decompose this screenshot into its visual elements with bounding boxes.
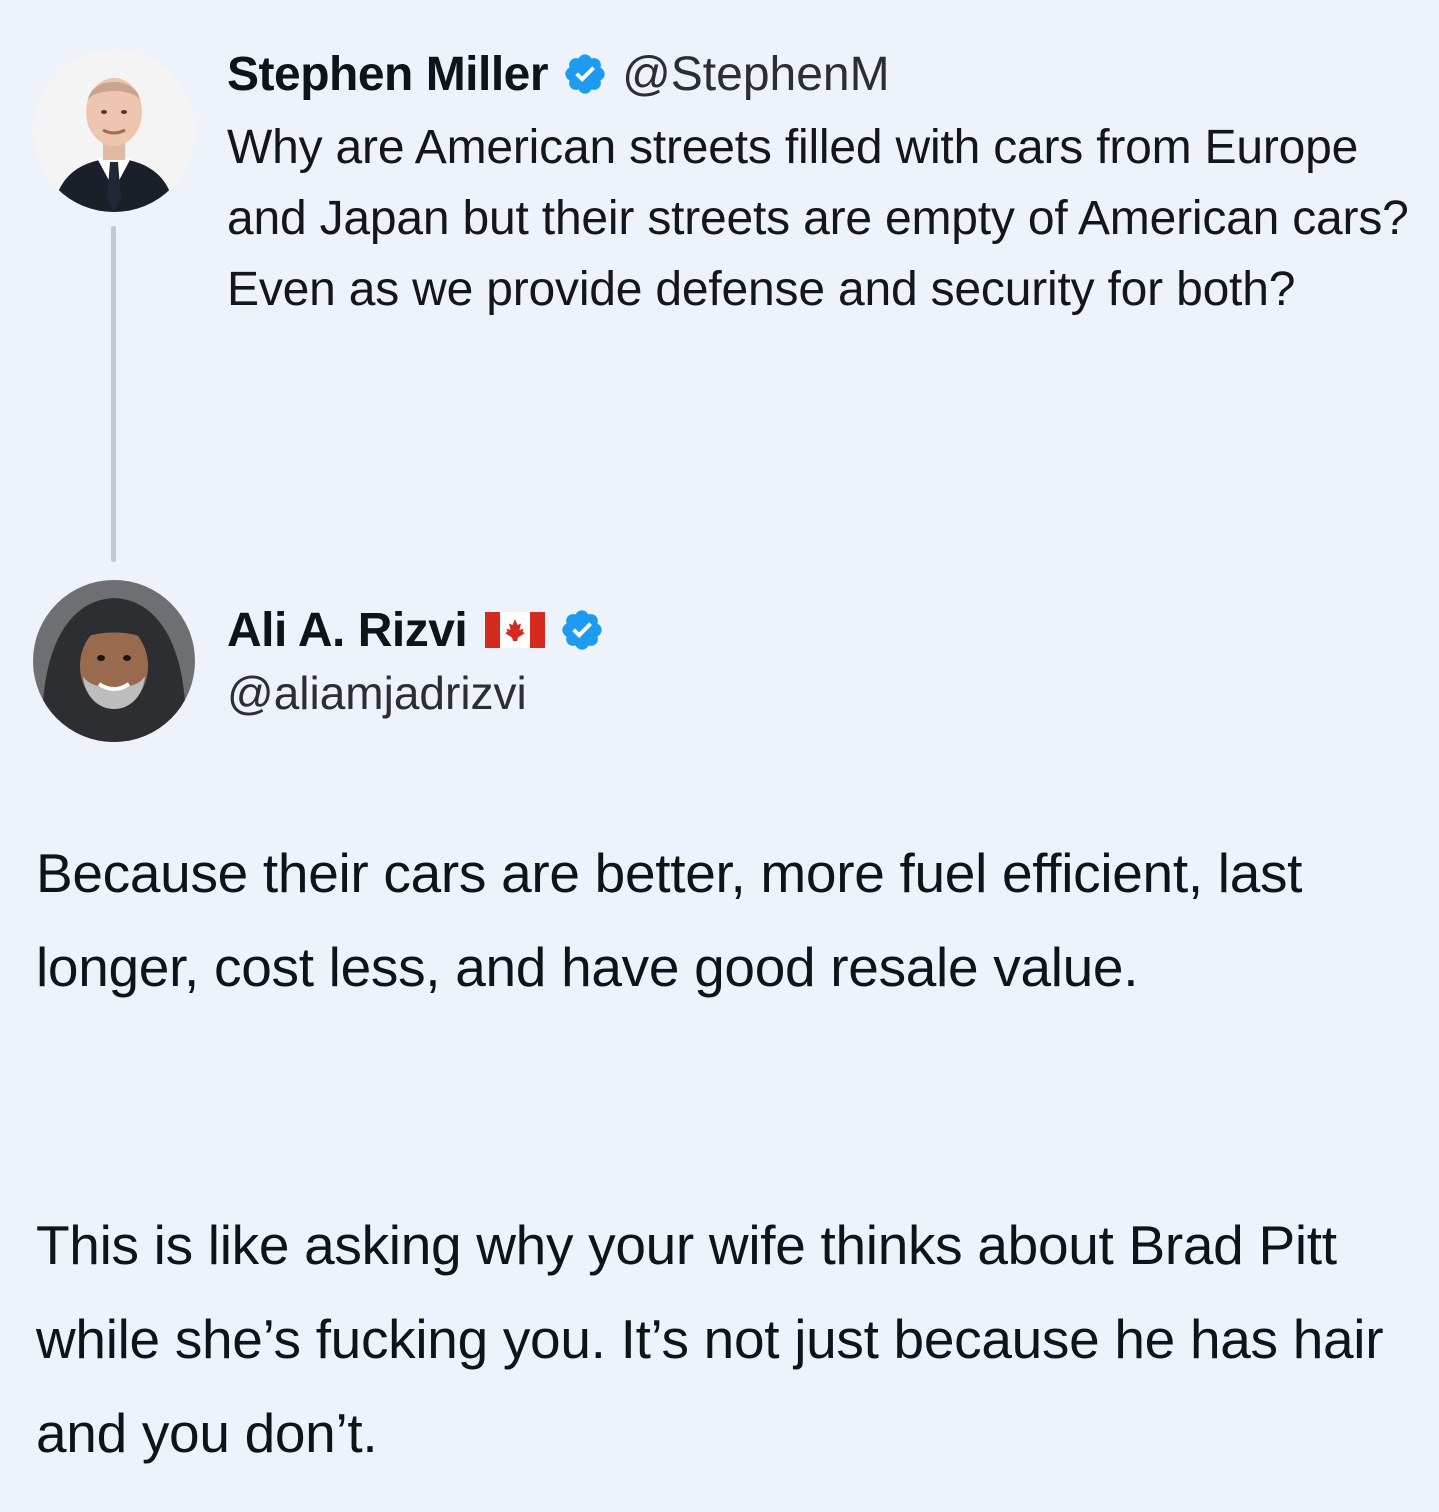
reply-paragraph: This is like asking why your wife thinks…: [36, 1214, 1384, 1464]
author-display-name[interactable]: Ali A. Rizvi: [227, 603, 468, 658]
canada-flag-icon: [485, 612, 546, 648]
author-avatar[interactable]: [33, 580, 195, 742]
reply-paragraph: Because their cars are better, more fuel…: [36, 842, 1303, 998]
author-row: Stephen Miller @StephenM: [227, 44, 890, 104]
tweet-text: Why are American streets filled with car…: [227, 121, 1409, 316]
avatar-photo-man-in-hood: [33, 580, 195, 742]
verified-badge-icon: [562, 51, 608, 97]
author-handle[interactable]: @StephenM: [622, 47, 890, 102]
author-display-name[interactable]: Stephen Miller: [227, 47, 549, 102]
thread-connector-line: [111, 226, 116, 562]
avatar-photo-man-in-suit: [33, 50, 195, 212]
author-handle[interactable]: @aliamjadrizvi: [227, 666, 527, 720]
author-row: Ali A. Rizvi: [227, 600, 605, 660]
author-avatar[interactable]: [33, 50, 195, 212]
verified-badge-icon: [559, 607, 605, 653]
